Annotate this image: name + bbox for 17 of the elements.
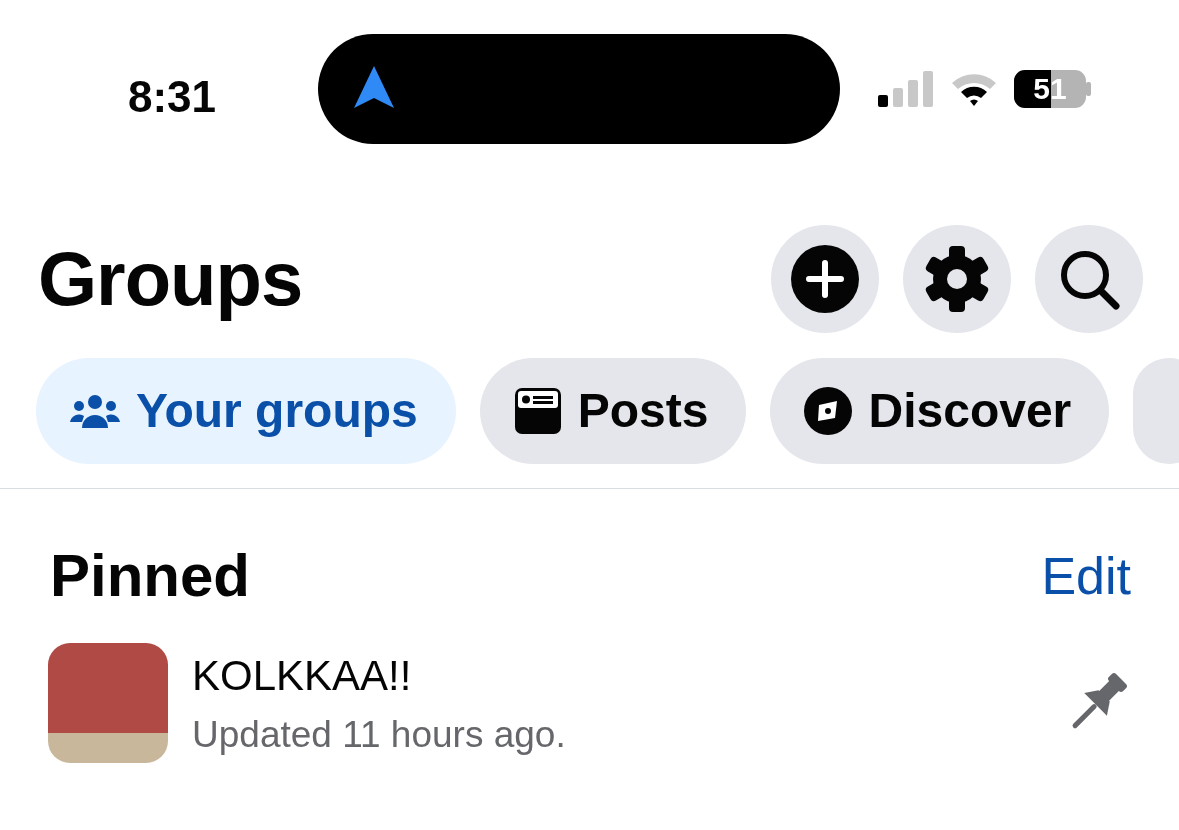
group-updated-time: Updated 11 hours ago. (192, 712, 567, 757)
filter-tab[interactable]: Your groups (36, 358, 456, 464)
edit-link[interactable]: Edit (1041, 537, 1131, 615)
group-name[interactable]: KOLKKAA!! (192, 643, 1059, 707)
section-title: Pinned (50, 541, 250, 611)
posts-icon (513, 387, 562, 435)
plus-icon (791, 245, 859, 313)
settings-icon (923, 245, 991, 313)
wifi-icon (950, 71, 998, 107)
page-title: Groups (38, 235, 303, 323)
location-arrow-icon (354, 66, 394, 108)
filter-tab[interactable]: Posts (479, 358, 747, 464)
signal-icon (878, 71, 934, 107)
status-time: 8:31 (128, 71, 217, 123)
people-icon (70, 394, 120, 428)
compass-icon (804, 387, 853, 435)
filter-tab[interactable]: Discover (770, 358, 1110, 464)
